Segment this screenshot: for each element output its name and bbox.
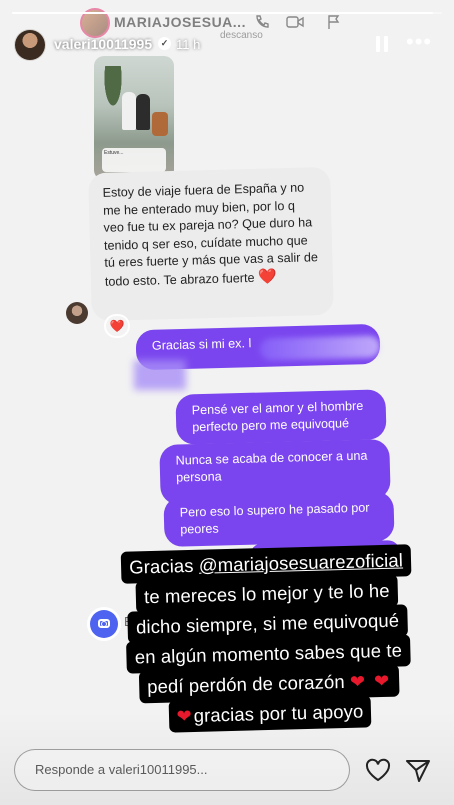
shared-photo: Estuve...	[94, 56, 174, 180]
dm-header: MARIAJOSESUA... descanso	[70, 4, 394, 41]
story-timestamp: 11 h	[176, 37, 201, 52]
photo-caption: Estuve...	[102, 148, 166, 172]
received-message: Estoy de viaje fuera de España y no me h…	[88, 166, 334, 322]
more-dots-icon[interactable]: •••	[406, 31, 432, 53]
story-progress-fill	[12, 12, 434, 14]
caption-mention[interactable]: @mariajosesuarezoficial	[199, 549, 404, 575]
sent-message: Pero eso lo supero he pasado por peores	[163, 490, 395, 548]
received-message-text: Estoy de viaje fuera de España y no me h…	[102, 180, 319, 289]
pause-icon[interactable]	[376, 36, 390, 52]
story-avatar[interactable]	[14, 29, 46, 61]
story-caption: Gracias @mariajosesuarezoficial te merec…	[116, 544, 421, 733]
sent-message-text: Pero eso lo supero he pasado por peores	[179, 500, 370, 537]
story-viewer: MARIAJOSESUA... descanso Estuve... Estoy…	[0, 0, 454, 805]
dm-contact-name: MARIAJOSESUA...	[114, 14, 246, 30]
send-icon[interactable]	[404, 756, 432, 784]
camera-icon	[90, 610, 118, 638]
sent-message-text: Gracias si mi ex. l	[151, 336, 252, 353]
phone-icon	[254, 14, 270, 30]
story-username[interactable]: valeri10011995	[54, 36, 152, 52]
reply-placeholder: Responde a valeri10011995...	[35, 762, 208, 777]
video-icon	[286, 14, 304, 30]
blurred-region	[259, 335, 381, 361]
sender-avatar	[66, 302, 88, 324]
sent-message-text: Nunca se acaba de conocer a una persona	[175, 448, 368, 485]
story-progress-bar	[12, 12, 442, 14]
dm-status: descanso	[220, 30, 263, 41]
heart-emoji: ❤ ❤	[349, 670, 392, 692]
blurred-region	[134, 360, 186, 390]
heart-outline-icon[interactable]	[364, 757, 392, 783]
sent-message: Pensé ver el amor y el hombre perfecto p…	[175, 389, 387, 445]
sent-message-text: Pensé ver el amor y el hombre perfecto p…	[191, 398, 364, 435]
caption-text: Gracias	[128, 554, 200, 578]
heart-emoji: ❤️	[257, 267, 277, 286]
caption-text: pedí perdón de corazón	[146, 671, 346, 698]
heart-reaction: ❤️	[106, 316, 128, 336]
verified-badge-icon: ✓	[158, 37, 171, 50]
reply-input[interactable]: Responde a valeri10011995...	[14, 749, 350, 791]
flag-icon	[326, 14, 342, 30]
